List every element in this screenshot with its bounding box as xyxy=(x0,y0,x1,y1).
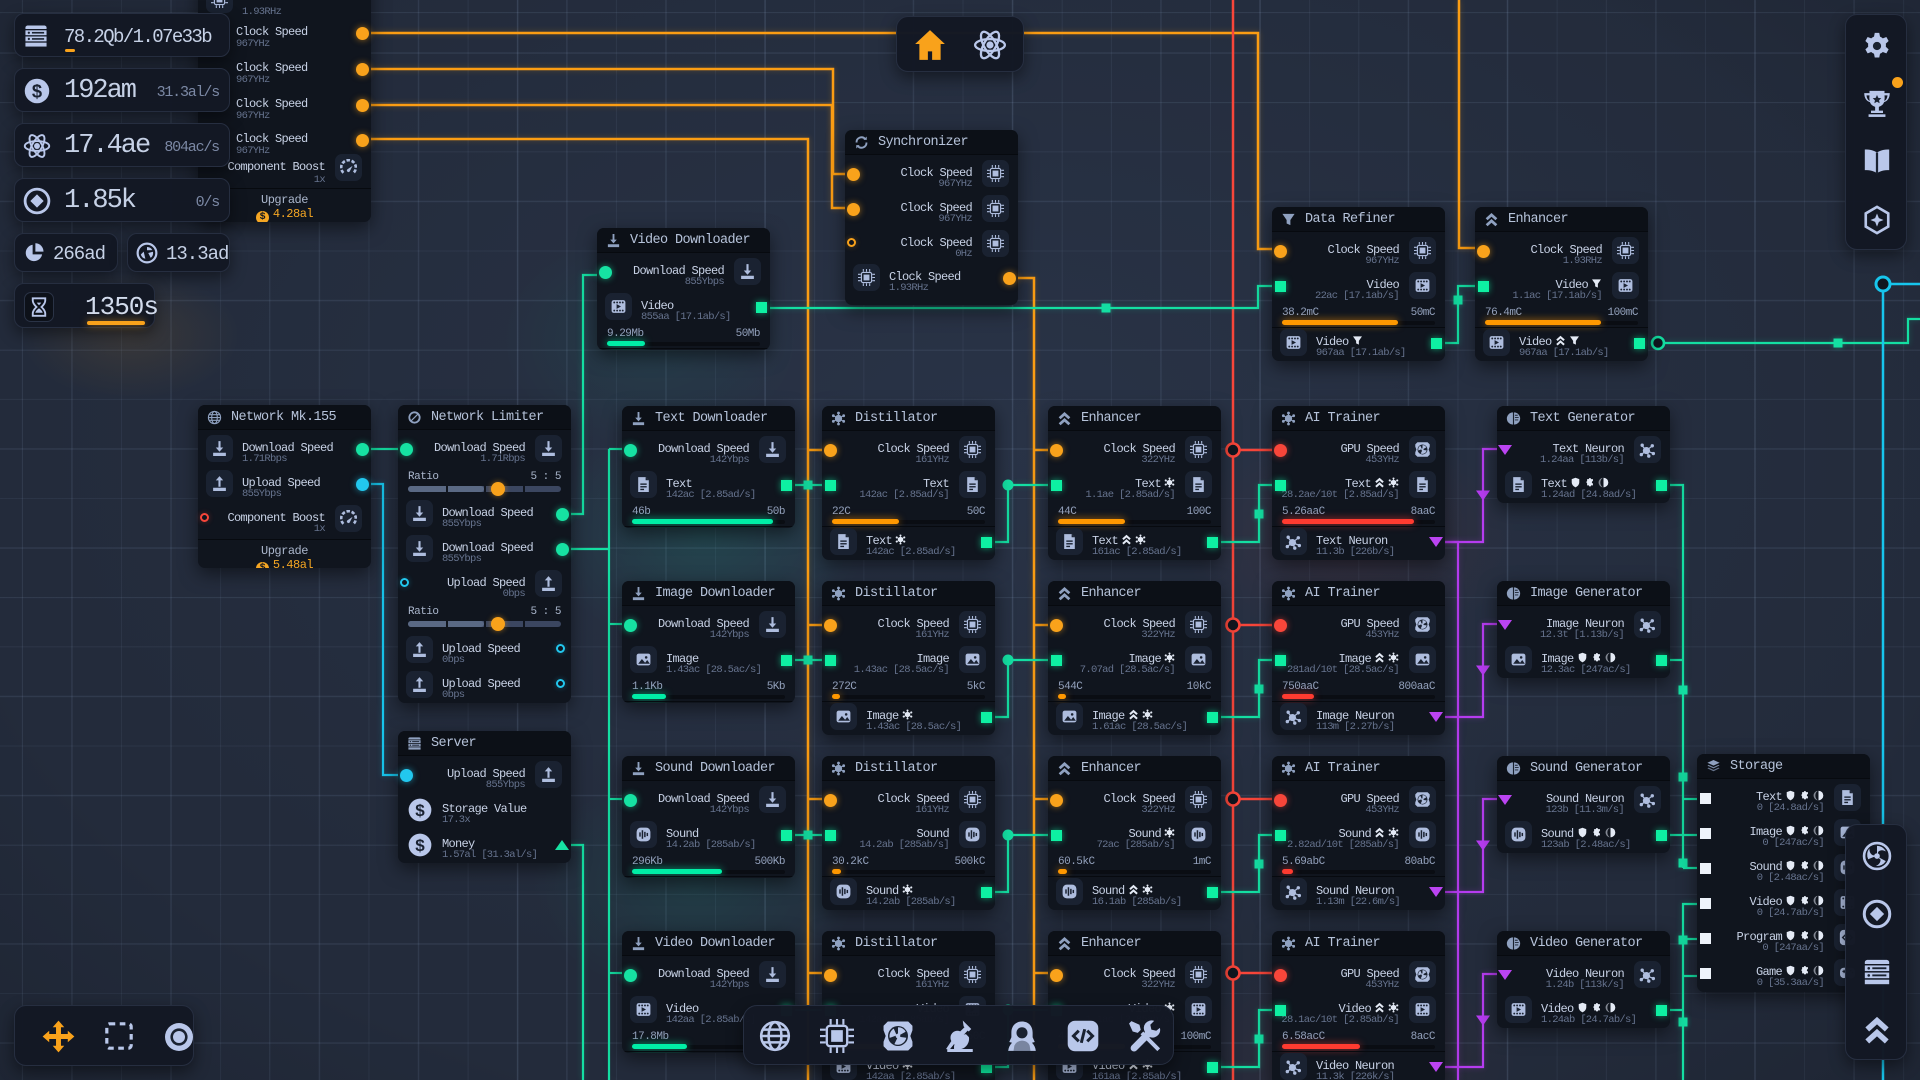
svg-text:$: $ xyxy=(415,835,425,854)
svg-text:$: $ xyxy=(32,80,42,101)
svg-text:$: $ xyxy=(415,800,425,819)
